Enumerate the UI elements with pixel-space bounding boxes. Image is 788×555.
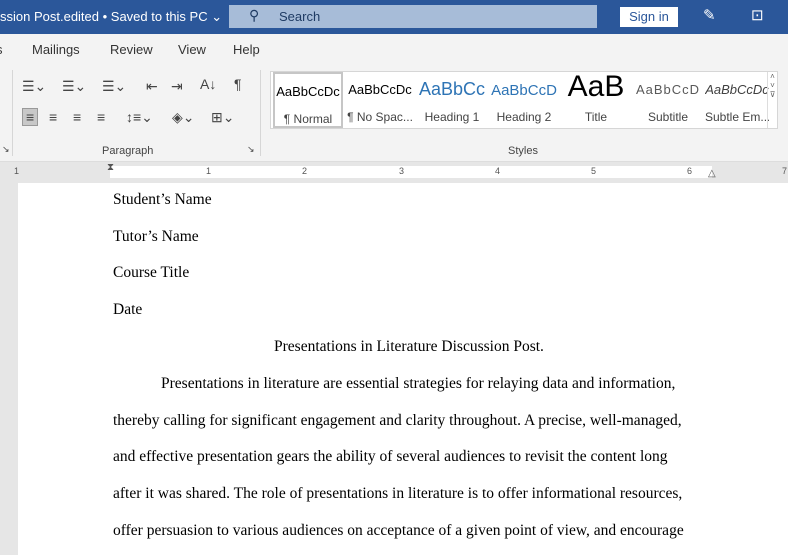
align-right-icon[interactable]: ≡ — [73, 109, 81, 125]
essay-title: Presentations in Literature Discussion P… — [274, 338, 544, 355]
numbering-icon[interactable]: ☰⌄ — [62, 78, 86, 95]
align-center-icon[interactable]: ≡ — [49, 109, 57, 125]
body-line: after it was shared. The role of present… — [113, 485, 683, 502]
date: Date — [113, 301, 143, 318]
style-normal[interactable]: AaBbCcDc ¶ Normal — [273, 72, 343, 128]
line-spacing-icon[interactable]: ↕≡⌄ — [126, 109, 153, 126]
bullets-icon[interactable]: ☰⌄ — [22, 78, 46, 95]
ribbon-display-icon[interactable]: ⊡ — [751, 6, 764, 24]
paragraph-dialog-launcher-icon[interactable]: ↘ — [247, 144, 255, 155]
styles-gallery: AaBbCcDc ¶ Normal AaBbCcDc ¶ No Spac... Aa… — [270, 71, 778, 129]
document-title[interactable]: ssion Post.edited • Saved to this PC ⌄ — [0, 9, 222, 25]
style-heading-2[interactable]: AaBbCcD Heading 2 — [489, 72, 559, 128]
ruler[interactable]: 1 1 2 3 4 5 6 7 ⧗ △ — [0, 162, 788, 180]
style-no-spacing[interactable]: AaBbCcDc ¶ No Spac... — [345, 72, 415, 128]
search-placeholder: Search — [279, 9, 321, 24]
right-indent-marker-icon[interactable]: △ — [708, 168, 716, 179]
title-bar: ssion Post.edited • Saved to this PC ⌄ ⚲… — [0, 0, 788, 34]
menu-bar: s Mailings Review View Help — [0, 34, 788, 66]
tab-help[interactable]: Help — [233, 42, 260, 57]
multilevel-list-icon[interactable]: ☰⌄ — [102, 78, 126, 95]
body-line: offer persuasion to various audiences on… — [113, 522, 684, 539]
ribbon: ☰⌄ ☰⌄ ☰⌄ ⇤ ⇥ A↓ ¶ ≡ ≡ ≡ ≡ ↕≡⌄ ◈⌄ ⊞⌄ Para… — [0, 66, 788, 162]
course-title: Course Title — [113, 264, 190, 281]
align-left-icon[interactable]: ≡ — [22, 108, 39, 126]
tab-references[interactable]: s — [0, 42, 3, 57]
font-dialog-launcher-icon[interactable]: ↘ — [2, 144, 10, 155]
student-name: Student’s Name — [113, 191, 212, 208]
body-line: and effective presentation gears the abi… — [113, 448, 668, 465]
style-subtle-emphasis[interactable]: AaBbCcDc Subtle Em... — [705, 72, 769, 128]
search-box[interactable]: ⚲ Search — [229, 5, 597, 28]
pen-icon[interactable]: ✎ — [703, 6, 716, 24]
indent-marker-icon[interactable]: ⧗ — [107, 162, 114, 173]
styles-scroll[interactable]: ˄ ˅ ⊽ — [767, 72, 777, 128]
styles-group-label: Styles — [508, 145, 538, 157]
paragraph-group-label: Paragraph — [102, 145, 154, 157]
tab-review[interactable]: Review — [110, 42, 153, 57]
document-page[interactable]: Student’s Name Tutor’s Name Course Title… — [18, 183, 788, 555]
justify-icon[interactable]: ≡ — [97, 109, 105, 125]
sort-icon[interactable]: A↓ — [200, 76, 216, 92]
shading-icon[interactable]: ◈⌄ — [172, 109, 195, 126]
increase-indent-icon[interactable]: ⇥ — [171, 78, 183, 95]
tutor-name: Tutor’s Name — [113, 228, 199, 245]
body-line: thereby calling for significant engageme… — [113, 412, 682, 429]
borders-icon[interactable]: ⊞⌄ — [211, 109, 234, 126]
style-subtitle[interactable]: AaBbCcD Subtitle — [633, 72, 703, 128]
sign-in-button[interactable]: Sign in — [620, 7, 678, 27]
tab-view[interactable]: View — [178, 42, 206, 57]
style-title[interactable]: AaB Title — [561, 72, 631, 128]
tab-mailings[interactable]: Mailings — [32, 42, 80, 57]
style-heading-1[interactable]: AaBbCc Heading 1 — [417, 72, 487, 128]
body-line: Presentations in literature are essentia… — [161, 375, 676, 392]
pilcrow-icon[interactable]: ¶ — [234, 76, 242, 92]
search-icon: ⚲ — [249, 7, 260, 23]
decrease-indent-icon[interactable]: ⇤ — [146, 78, 158, 95]
